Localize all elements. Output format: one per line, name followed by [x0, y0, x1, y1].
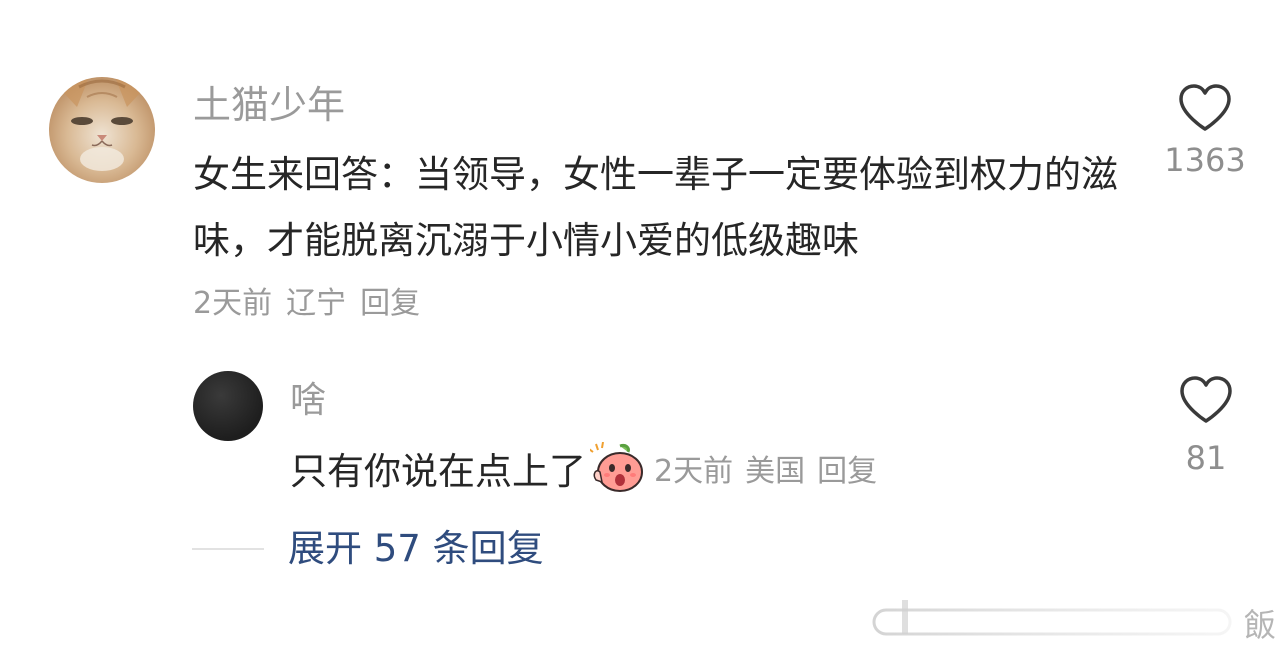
reply-location: 美国: [745, 454, 806, 489]
watermark-text: 飯: [1243, 606, 1276, 644]
comment-time: 2天前: [193, 286, 273, 321]
comment-like-count: 1363: [1164, 141, 1246, 179]
comment-text: 女生来回答：当领导，女性一辈子一定要体验到权力的滋味，才能脱离沉溺于小情小爱的低…: [193, 153, 1118, 262]
reply-meta: 2天前 美国 回复: [654, 446, 889, 490]
reply-content: 只有你说在点上了 2天前 美国 回复: [290, 442, 889, 494]
reply-avatar[interactable]: [193, 371, 263, 441]
expand-divider: [192, 548, 264, 550]
cat-face-avatar-icon: [49, 77, 155, 183]
reply-time: 2天前: [654, 454, 734, 489]
comment-username[interactable]: 土猫少年: [193, 80, 345, 130]
reply-username[interactable]: 啥: [290, 378, 326, 424]
watermark: 飯: [872, 598, 1284, 644]
comment-location: 辽宁: [286, 286, 347, 321]
reply-text: 只有你说在点上了: [290, 450, 586, 493]
avatar[interactable]: [49, 77, 155, 183]
reply-like[interactable]: 81: [1168, 376, 1244, 478]
reply-reply-button[interactable]: 回复: [817, 454, 877, 489]
expand-replies-button[interactable]: 展开 57 条回复: [288, 525, 544, 573]
shocked-peach-emoji-icon: [590, 442, 643, 492]
comment-like[interactable]: 1363: [1163, 84, 1247, 180]
reply-like-count: 81: [1185, 439, 1227, 477]
comment-reply-button[interactable]: 回复: [360, 286, 420, 321]
heart-icon[interactable]: [1163, 84, 1247, 132]
watermark-logo-icon: [872, 600, 1232, 636]
comment-meta: 2天前 辽宁 回复: [193, 282, 434, 326]
heart-icon[interactable]: [1168, 376, 1244, 424]
